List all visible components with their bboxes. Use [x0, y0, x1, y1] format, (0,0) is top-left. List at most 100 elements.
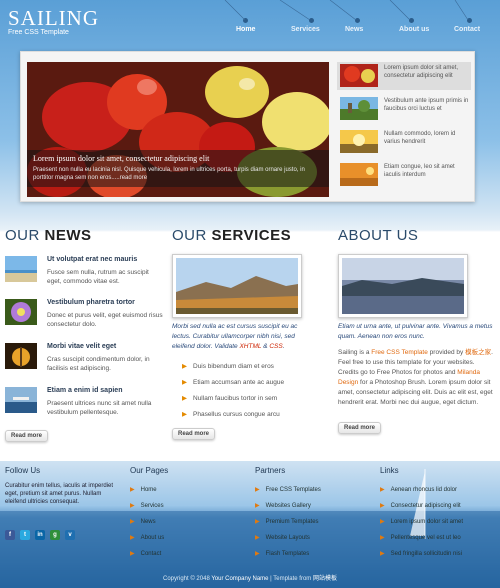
landscape-photo: [176, 258, 298, 314]
about-text: for a Photoshop Brush. Lorem ipsum dolor…: [338, 379, 493, 406]
company-link[interactable]: Your Company Name: [211, 576, 268, 582]
thumb-image: [340, 130, 378, 153]
arrow-icon: ▶: [380, 535, 385, 541]
services-period: .: [282, 343, 285, 350]
partner-link[interactable]: ▶ Websites Gallery: [255, 502, 311, 509]
arrow-icon: ▶: [255, 551, 260, 557]
xhtml-link[interactable]: XHTML: [239, 343, 261, 350]
service-label: Phasellus cursus congue arcu: [193, 411, 280, 418]
nav-about[interactable]: About us: [399, 26, 429, 33]
footer-page-link[interactable]: ▶ Contact: [130, 550, 161, 557]
footer-page-link[interactable]: ▶ Home: [130, 486, 157, 493]
twitter-icon[interactable]: t: [20, 530, 30, 540]
news-heading-a: OUR: [5, 227, 45, 244]
partner-label: Website Layouts: [265, 535, 310, 541]
vimeo-icon[interactable]: v: [65, 530, 75, 540]
footer-link-label: Consectetur adipiscing elit: [390, 503, 461, 509]
partner-label: Websites Gallery: [265, 503, 311, 509]
nav-services[interactable]: Services: [291, 26, 320, 33]
services-image[interactable]: [172, 254, 302, 318]
nav-home[interactable]: Home: [236, 26, 255, 33]
about-text: provided by: [429, 349, 464, 356]
footer-link[interactable]: ▶ Pellentesque vel est ut leo: [380, 534, 461, 541]
footer-link[interactable]: ▶ Aenean rhoncus lid dolor: [380, 486, 457, 493]
news-title[interactable]: Etiam a enim id sapien: [47, 387, 122, 394]
main-nav: Home Services News About us Contact: [222, 18, 497, 38]
about-text: Sailing is a: [338, 349, 370, 356]
service-item[interactable]: ▶ Nullam faucibus tortor in sem: [182, 394, 277, 402]
template-source-link[interactable]: 网站模板: [313, 576, 337, 582]
news-image[interactable]: [5, 256, 37, 282]
about-image[interactable]: [338, 254, 468, 318]
footer-link[interactable]: ▶ Sed fringilla sollicitudin nisi: [380, 550, 462, 557]
footer-page-label: Contact: [140, 551, 162, 557]
footer-page-link[interactable]: ▶ About us: [130, 534, 164, 541]
partner-link[interactable]: ▶ Premium Templates: [255, 518, 319, 525]
news-title[interactable]: Ut volutpat erat nec mauris: [47, 256, 137, 263]
footer-page-label: Services: [140, 503, 164, 509]
follow-us-text: Curabitur enim tellus, iaculis at imperd…: [5, 483, 114, 505]
thumb-text: Lorem ipsum dolor sit amet, consectetur …: [384, 65, 459, 79]
services-heading-b: SERVICES: [211, 227, 292, 244]
news-image[interactable]: [5, 343, 37, 369]
news-title[interactable]: Vestibulum pharetra tortor: [47, 299, 135, 306]
brand-link[interactable]: 模板之家: [465, 349, 491, 356]
thumb-item[interactable]: Nullam commodo, lorem id varius hendreri…: [337, 128, 471, 156]
nav-news[interactable]: News: [345, 26, 363, 33]
linkedin-icon[interactable]: in: [35, 530, 45, 540]
facebook-icon[interactable]: f: [5, 530, 15, 540]
thumb-item[interactable]: Etiam congue, leo sit amet iaculis inter…: [337, 161, 471, 189]
slide-caption-title[interactable]: Lorem ipsum dolor sit amet, consectetur …: [33, 154, 323, 163]
news-item: Ut volutpat erat nec mauris Fusce sem nu…: [5, 256, 165, 296]
arrow-icon: ▶: [130, 503, 135, 509]
partner-link[interactable]: ▶ Free CSS Templates: [255, 486, 321, 493]
arrow-icon: ▶: [130, 551, 135, 557]
our-pages-title: Our Pages: [130, 466, 169, 475]
nav-strings: [224, 0, 469, 21]
partner-label: Premium Templates: [265, 519, 319, 525]
about-read-more-button[interactable]: Read more: [338, 422, 382, 434]
footer-link[interactable]: ▶ Lorem ipsum dolor sit amet: [380, 518, 463, 525]
copyright-text: Copyright © 2048: [163, 576, 210, 582]
services-heading: OUR SERVICES: [172, 227, 291, 244]
news-body: Donec et purus velit, eget euismod risus…: [47, 312, 163, 328]
thumb-image: [340, 97, 378, 120]
css-link[interactable]: CSS: [269, 343, 282, 350]
news-read-more-button[interactable]: Read more: [5, 430, 49, 442]
news-title[interactable]: Morbi vitae velit eget: [47, 343, 116, 350]
links-title: Links: [380, 466, 399, 475]
thumb-item[interactable]: Vestibulum ante ipsum primis in faucibus…: [337, 95, 471, 123]
footer-page-link[interactable]: ▶ News: [130, 518, 156, 525]
news-body: Fusce sem nulla, rutrum ac suscipit eget…: [47, 269, 149, 285]
follow-us-title: Follow Us: [5, 466, 41, 475]
partner-link[interactable]: ▶ Flash Templates: [255, 550, 309, 557]
site-title[interactable]: SAILING: [8, 6, 99, 31]
footer-link-label: Lorem ipsum dolor sit amet: [390, 519, 463, 525]
news-image[interactable]: [5, 387, 37, 413]
arrow-icon: ▶: [255, 535, 260, 541]
partner-label: Free CSS Templates: [265, 487, 321, 493]
footer-link-label: Sed fringilla sollicitudin nisi: [390, 551, 462, 557]
free-css-template-link[interactable]: Free CSS Template: [371, 349, 428, 356]
green-social-icon[interactable]: g: [50, 530, 60, 540]
arrow-icon: ▶: [182, 411, 187, 418]
services-intro: Morbi sed nulla ac est cursus suscipit e…: [172, 322, 306, 352]
services-read-more-button[interactable]: Read more: [172, 428, 216, 440]
news-image[interactable]: [5, 299, 37, 325]
footer-page-link[interactable]: ▶ Services: [130, 502, 164, 509]
nav-contact[interactable]: Contact: [454, 26, 480, 33]
news-heading: OUR NEWS: [5, 227, 92, 244]
partner-link[interactable]: ▶ Website Layouts: [255, 534, 310, 541]
service-item[interactable]: ▶ Phasellus cursus congue arcu: [182, 410, 280, 418]
news-item: Etiam a enim id sapien Praesent ultrices…: [5, 387, 165, 427]
arrow-icon: ▶: [130, 535, 135, 541]
service-item[interactable]: ▶ Etiam accumsan ante ac augue: [182, 378, 284, 386]
footer-link[interactable]: ▶ Consectetur adipiscing elit: [380, 502, 461, 509]
about-paragraph: Sailing is a Free CSS Template provided …: [338, 348, 496, 408]
thumb-item[interactable]: Lorem ipsum dolor sit amet, consectetur …: [337, 62, 471, 90]
header: SAILING Free CSS Template Home Services …: [0, 0, 500, 45]
news-item: Morbi vitae velit eget Cras suscipit con…: [5, 343, 165, 383]
slide-caption-text: Praesent non nulla eu lacinia nisl. Quis…: [33, 167, 305, 181]
service-item[interactable]: ▶ Duis bibendum diam et eros: [182, 362, 274, 370]
slide-caption: Lorem ipsum dolor sit amet, consectetur …: [27, 150, 329, 187]
